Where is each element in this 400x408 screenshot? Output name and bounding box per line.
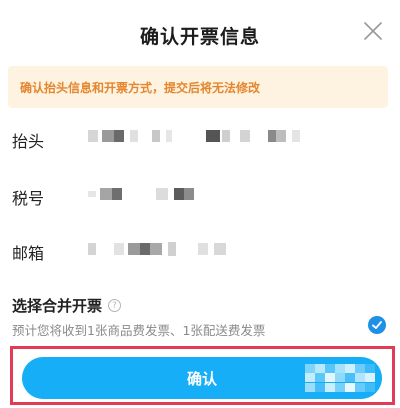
field-label-tax-id: 税号 bbox=[12, 189, 45, 208]
help-icon[interactable]: ? bbox=[108, 299, 122, 312]
blur-patch bbox=[305, 364, 375, 392]
merge-invoice-label: 选择合并开票 bbox=[12, 297, 103, 315]
merge-invoice-description: 预计您将收到1张商品费发票、1张配送费发票 bbox=[12, 323, 266, 338]
email-value-masked bbox=[88, 242, 226, 256]
merge-invoice-title: 选择合并开票 ? bbox=[12, 295, 122, 316]
title-value-masked bbox=[88, 130, 300, 142]
field-label-title: 抬头 bbox=[12, 132, 45, 151]
tax-id-value-masked bbox=[88, 188, 194, 200]
close-icon[interactable] bbox=[362, 20, 384, 42]
dialog-title: 确认开票信息 bbox=[139, 26, 260, 48]
field-label-email: 邮箱 bbox=[12, 244, 45, 263]
invoice-confirm-dialog: 确认开票信息 确认抬头信息和开票方式，提交后将无法修改 抬头 税号 邮箱 选择合… bbox=[0, 0, 400, 408]
warning-notice-text: 确认抬头信息和开票方式，提交后将无法修改 bbox=[20, 80, 261, 95]
check-icon bbox=[372, 321, 382, 329]
merge-invoice-checkbox[interactable] bbox=[368, 316, 386, 334]
warning-notice: 确认抬头信息和开票方式，提交后将无法修改 bbox=[8, 66, 388, 108]
